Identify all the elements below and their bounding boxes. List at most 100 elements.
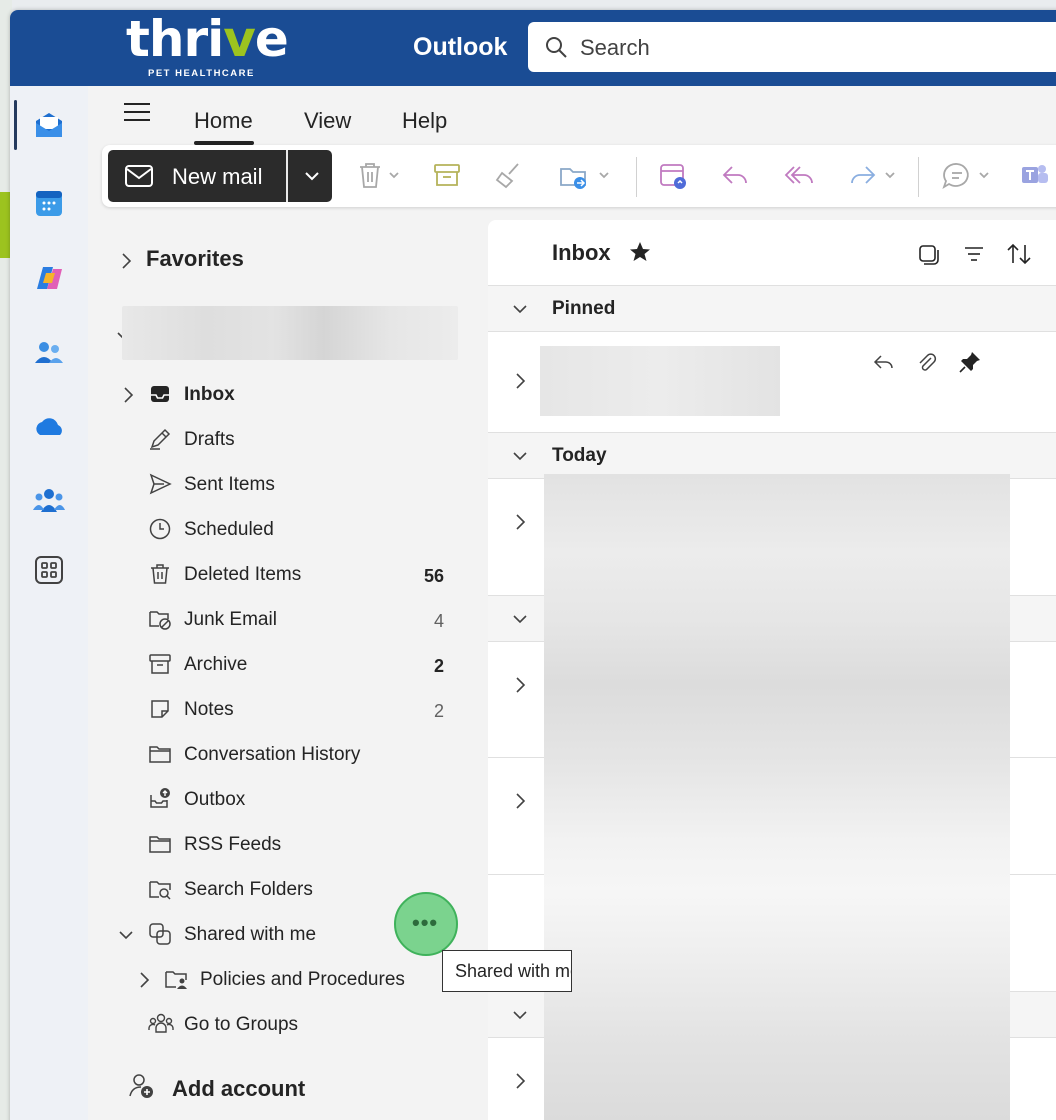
- add-account-button[interactable]: Add account: [128, 1072, 305, 1105]
- shared-icon: [148, 922, 172, 951]
- delete-icon[interactable]: [356, 161, 402, 194]
- calendar-icon[interactable]: [30, 184, 68, 222]
- trash-icon: [148, 562, 172, 591]
- folder-archive[interactable]: Archive 2: [98, 642, 458, 686]
- copilot-icon[interactable]: [30, 259, 68, 297]
- report-icon[interactable]: [658, 161, 688, 196]
- folder-conversation-history[interactable]: Conversation History: [98, 732, 458, 776]
- group-header-today[interactable]: Today: [488, 433, 1056, 479]
- unread-count: 2: [433, 656, 444, 676]
- outlook-window: thrive PET HEALTHCARE Outlook Search Hom…: [10, 10, 1056, 1120]
- folder-label: Inbox: [184, 384, 235, 405]
- folder-label: Scheduled: [184, 519, 274, 540]
- ribbon-tabs: Home View Help: [98, 86, 1056, 146]
- brand-wordmark: thrive: [126, 10, 289, 68]
- envelope-icon: [124, 164, 154, 193]
- sort-icon[interactable]: [1006, 242, 1032, 271]
- archive-box-icon: [148, 652, 172, 681]
- folder-label: Drafts: [184, 429, 235, 450]
- go-to-groups[interactable]: Go to Groups: [98, 1002, 458, 1046]
- folder-icon: [148, 832, 172, 861]
- chevron-down-icon[interactable]: [302, 166, 322, 191]
- unread-count: 4: [433, 611, 444, 631]
- folder-icon: [148, 742, 172, 771]
- hamburger-menu-icon[interactable]: [122, 100, 152, 129]
- people-icon[interactable]: [30, 334, 68, 372]
- folder-rss-feeds[interactable]: RSS Feeds: [98, 822, 458, 866]
- chevron-right-icon[interactable]: [120, 252, 134, 275]
- chevron-right-icon[interactable]: [514, 1072, 528, 1095]
- forward-icon[interactable]: [848, 161, 904, 194]
- reply-icon[interactable]: [872, 352, 896, 379]
- message-preview: [540, 346, 780, 416]
- message-previews-blurred: [544, 474, 1010, 1120]
- onedrive-icon[interactable]: [30, 408, 68, 446]
- folder-label: Go to Groups: [184, 1014, 299, 1035]
- search-box[interactable]: Search: [528, 22, 1056, 72]
- folder-label: Notes: [184, 699, 234, 720]
- search-input[interactable]: Search: [580, 35, 650, 61]
- reply-all-icon[interactable]: [784, 161, 816, 194]
- add-person-icon: [128, 1074, 156, 1104]
- tab-home[interactable]: Home: [194, 108, 253, 134]
- message-list: Inbox Pinned Today: [488, 220, 1056, 1120]
- folder-inbox[interactable]: Inbox: [98, 372, 458, 416]
- folder-label: Search Folders: [184, 879, 313, 900]
- chevron-right-icon[interactable]: [138, 971, 152, 994]
- folder-outbox[interactable]: Outbox: [98, 777, 458, 821]
- folder-label: Shared with me: [184, 924, 317, 945]
- toolbar-separator: [918, 157, 919, 197]
- clock-icon: [148, 517, 172, 546]
- folder-scheduled[interactable]: Scheduled: [98, 507, 458, 551]
- folder-title: Inbox: [552, 240, 611, 265]
- folder-policies-and-procedures[interactable]: Policies and Procedures: [98, 957, 458, 1001]
- folder-label: RSS Feeds: [184, 834, 282, 855]
- archive-icon[interactable]: [432, 161, 462, 194]
- tab-view[interactable]: View: [304, 108, 351, 134]
- filter-icon[interactable]: [962, 242, 986, 271]
- folder-junk-email[interactable]: Junk Email 4: [98, 597, 458, 641]
- mail-icon[interactable]: [30, 106, 68, 144]
- folder-notes[interactable]: Notes 2: [98, 687, 458, 731]
- folder-deleted-items[interactable]: Deleted Items 56: [98, 552, 458, 596]
- inbox-icon: [148, 382, 172, 411]
- teams-icon[interactable]: [1020, 161, 1050, 194]
- sweep-icon[interactable]: [494, 161, 524, 194]
- folder-label: Deleted Items: [184, 564, 302, 585]
- folder-sent-items[interactable]: Sent Items: [98, 462, 458, 506]
- chat-icon[interactable]: [942, 161, 998, 196]
- star-icon[interactable]: [628, 240, 652, 269]
- new-mail-button[interactable]: New mail: [108, 150, 332, 202]
- chevron-right-icon[interactable]: [122, 386, 136, 409]
- top-bar: thrive PET HEALTHCARE Outlook Search: [10, 10, 1056, 86]
- group-header-pinned[interactable]: Pinned: [488, 286, 1056, 332]
- select-icon[interactable]: [916, 242, 940, 271]
- teams-groups-icon[interactable]: [30, 482, 68, 520]
- attachment-icon[interactable]: [916, 352, 938, 379]
- chevron-right-icon[interactable]: [514, 792, 528, 815]
- chevron-right-icon[interactable]: [514, 676, 528, 699]
- chevron-down-icon: [512, 302, 528, 321]
- reply-icon[interactable]: [720, 161, 750, 194]
- chevron-down-icon[interactable]: [118, 928, 134, 947]
- chevron-right-icon[interactable]: [514, 513, 528, 536]
- brand-subtitle: PET HEALTHCARE: [148, 68, 255, 79]
- pin-icon[interactable]: [958, 350, 982, 379]
- message-row[interactable]: [488, 332, 1056, 433]
- account-name[interactable]: [122, 306, 458, 360]
- brand-logo[interactable]: thrive PET HEALTHCARE: [126, 10, 289, 80]
- chevron-right-icon[interactable]: [514, 372, 528, 395]
- app-rail: [10, 86, 88, 1120]
- favorites-header[interactable]: Favorites: [146, 246, 244, 272]
- tab-help[interactable]: Help: [402, 108, 447, 134]
- folder-label: Junk Email: [184, 609, 277, 630]
- groups-icon: [148, 1012, 174, 1041]
- folder-label: Archive: [184, 654, 248, 675]
- tooltip: Shared with me: [442, 950, 572, 992]
- group-label: Today: [552, 445, 607, 466]
- app-title[interactable]: Outlook: [413, 33, 507, 62]
- more-apps-icon[interactable]: [30, 551, 68, 589]
- folder-drafts[interactable]: Drafts: [98, 417, 458, 461]
- folder-more-options-button[interactable]: •••: [394, 892, 458, 956]
- move-to-folder-icon[interactable]: [558, 161, 616, 196]
